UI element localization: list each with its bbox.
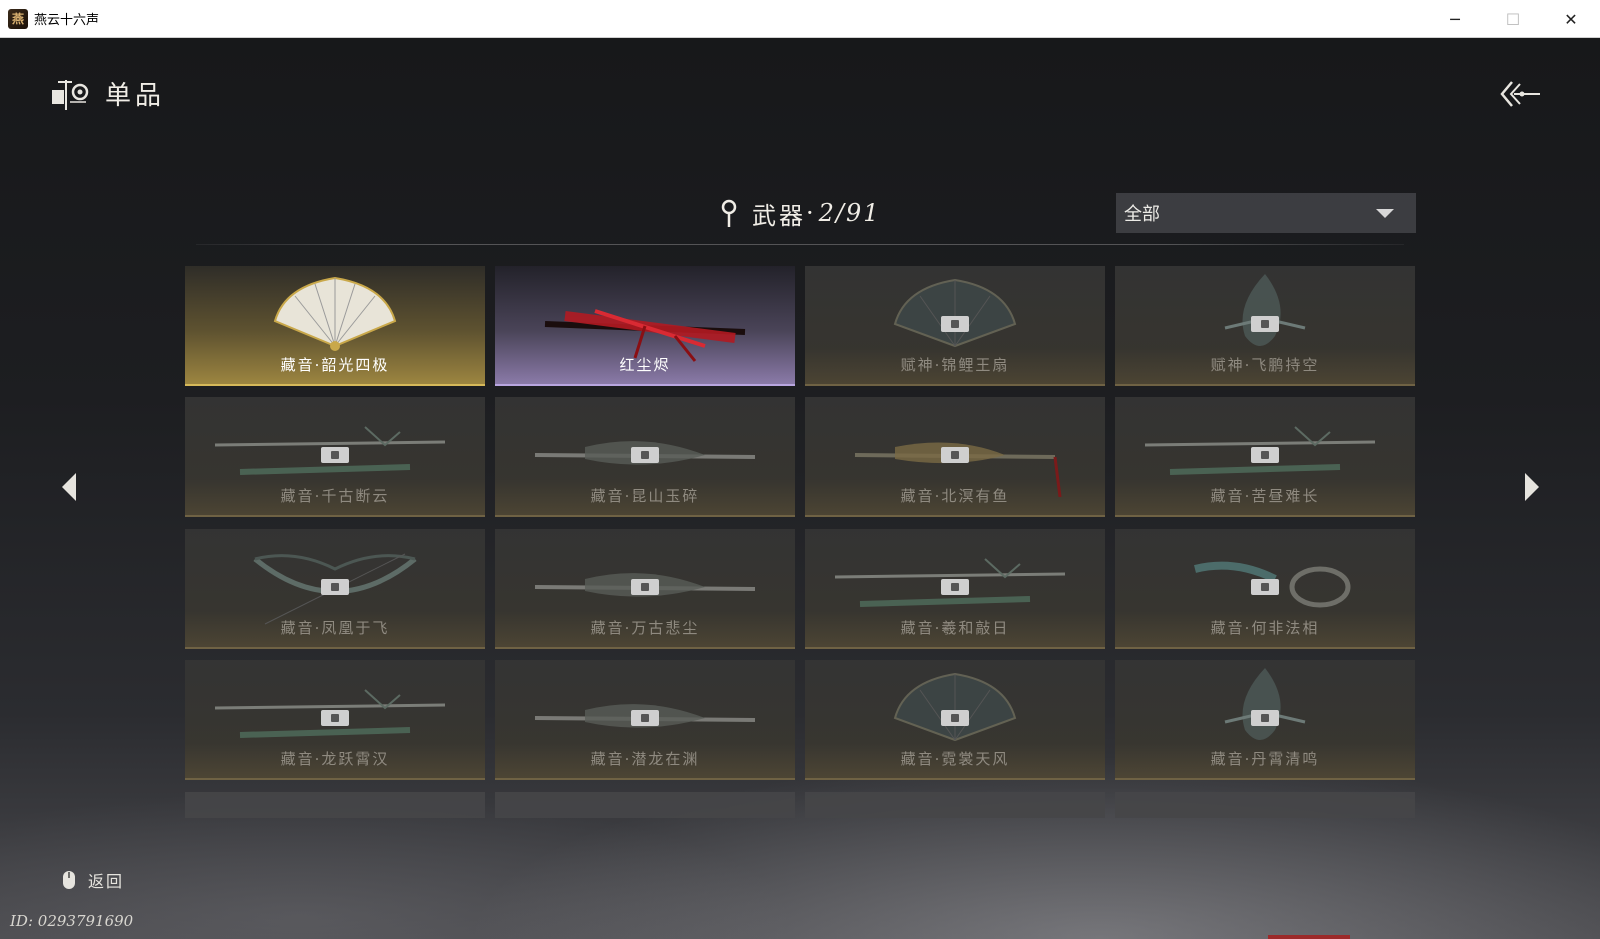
triangle-left-icon[interactable] bbox=[58, 470, 80, 504]
lock-icon bbox=[1251, 710, 1279, 726]
lock-icon bbox=[941, 447, 969, 463]
item-card-partial[interactable] bbox=[1115, 792, 1415, 818]
mouse-icon bbox=[63, 871, 75, 889]
return-label: 返回 bbox=[88, 872, 125, 891]
fan-weapon-art bbox=[273, 276, 397, 351]
window-title: 燕云十六声 bbox=[34, 13, 100, 28]
item-card-partial[interactable] bbox=[495, 792, 795, 818]
double-chevron-back-icon[interactable] bbox=[1498, 78, 1542, 110]
collection-emblem-icon bbox=[52, 80, 89, 110]
item-label: 藏音·千古断云 bbox=[280, 487, 390, 505]
item-label: 藏音·丹霄清鸣 bbox=[1210, 750, 1320, 768]
item-card[interactable]: 藏音·韶光四极 bbox=[185, 266, 485, 386]
triangle-right-icon[interactable] bbox=[1521, 470, 1543, 504]
item-card[interactable]: 藏音·凤凰于飞 bbox=[185, 529, 485, 649]
item-label: 藏音·何非法相 bbox=[1210, 619, 1320, 637]
category-count: 2/91 bbox=[818, 199, 881, 227]
game-viewport: 单品 武器 · 2/91 全部 藏音·韶光四极 红尘烬 赋神·锦鲤王扇 赋神·飞鹏持空… bbox=[0, 38, 1600, 939]
lock-icon bbox=[941, 579, 969, 595]
window-titlebar: 燕 燕云十六声 ─ ☐ ✕ bbox=[0, 0, 1600, 38]
item-label: 藏音·霓裳天风 bbox=[900, 750, 1010, 768]
player-id: ID: 0293791690 bbox=[10, 912, 134, 930]
lock-icon bbox=[631, 710, 659, 726]
lock-icon bbox=[321, 710, 349, 726]
lock-icon bbox=[1251, 579, 1279, 595]
item-card[interactable]: 藏音·北溟有鱼 bbox=[805, 397, 1105, 517]
item-label: 藏音·韶光四极 bbox=[280, 356, 390, 374]
app-logo-icon: 燕 bbox=[8, 8, 28, 29]
lock-icon bbox=[321, 579, 349, 595]
header-divider bbox=[196, 244, 1404, 245]
item-label: 藏音·北溟有鱼 bbox=[900, 487, 1010, 505]
filter-dropdown[interactable]: 全部 bbox=[1116, 193, 1416, 233]
item-card[interactable]: 红尘烬 bbox=[495, 266, 795, 386]
item-card[interactable]: 藏音·龙跃霄汉 bbox=[185, 660, 485, 780]
lock-icon bbox=[321, 447, 349, 463]
item-card[interactable]: 藏音·苦昼难长 bbox=[1115, 397, 1415, 517]
map-pin-icon bbox=[721, 199, 737, 227]
triangle-down-icon bbox=[1376, 209, 1394, 218]
item-card[interactable]: 藏音·千古断云 bbox=[185, 397, 485, 517]
page-title: 单品 bbox=[105, 81, 166, 111]
return-hint[interactable]: 返回 bbox=[62, 868, 124, 892]
lock-icon bbox=[941, 710, 969, 726]
item-label: 藏音·龙跃霄汉 bbox=[280, 750, 390, 768]
item-label: 藏音·凤凰于飞 bbox=[280, 619, 390, 637]
red-staff-weapon-art bbox=[544, 309, 746, 362]
item-card[interactable]: 藏音·羲和敲日 bbox=[805, 529, 1105, 649]
lock-icon bbox=[631, 447, 659, 463]
category-name: 武器 bbox=[752, 201, 806, 230]
minimize-button[interactable]: ─ bbox=[1426, 0, 1484, 38]
item-card[interactable]: 藏音·潜龙在渊 bbox=[495, 660, 795, 780]
item-label: 赋神·锦鲤王扇 bbox=[900, 356, 1010, 374]
category-header: 武器 · 2/91 bbox=[720, 196, 881, 230]
item-card[interactable]: 藏音·霓裳天风 bbox=[805, 660, 1105, 780]
lock-icon bbox=[631, 579, 659, 595]
window-controls: ─ ☐ ✕ bbox=[1426, 0, 1600, 38]
close-button[interactable]: ✕ bbox=[1542, 0, 1600, 38]
item-card[interactable]: 赋神·锦鲤王扇 bbox=[805, 266, 1105, 386]
lock-icon bbox=[941, 316, 969, 332]
lock-icon bbox=[1251, 447, 1279, 463]
item-card-partial[interactable] bbox=[805, 792, 1105, 818]
maximize-button[interactable]: ☐ bbox=[1484, 0, 1542, 38]
filter-selected: 全部 bbox=[1124, 204, 1160, 225]
item-card[interactable]: 藏音·何非法相 bbox=[1115, 529, 1415, 649]
item-label: 藏音·苦昼难长 bbox=[1210, 487, 1320, 505]
item-label: 赋神·飞鹏持空 bbox=[1210, 356, 1320, 374]
item-card[interactable]: 藏音·丹霄清鸣 bbox=[1115, 660, 1415, 780]
item-label: 藏音·潜龙在渊 bbox=[590, 750, 700, 768]
item-label: 藏音·万古悲尘 bbox=[590, 619, 700, 637]
item-card[interactable]: 赋神·飞鹏持空 bbox=[1115, 266, 1415, 386]
item-card-partial[interactable] bbox=[185, 792, 485, 818]
status-bar-sliver bbox=[1268, 935, 1350, 939]
item-card[interactable]: 藏音·万古悲尘 bbox=[495, 529, 795, 649]
item-card[interactable]: 藏音·昆山玉碎 bbox=[495, 397, 795, 517]
lock-icon bbox=[1251, 316, 1279, 332]
category-separator: · bbox=[806, 199, 817, 227]
item-label: 红尘烬 bbox=[619, 356, 671, 374]
item-label: 藏音·羲和敲日 bbox=[900, 619, 1010, 637]
item-label: 藏音·昆山玉碎 bbox=[590, 487, 700, 505]
